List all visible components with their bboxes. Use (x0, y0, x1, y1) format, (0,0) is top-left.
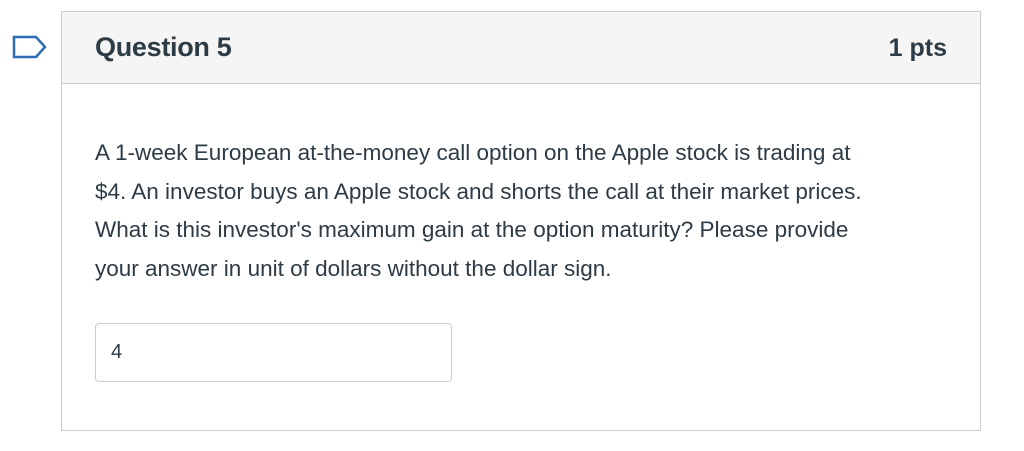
question-title: Question 5 (95, 32, 232, 62)
flag-question-icon[interactable] (12, 35, 48, 59)
question-text: A 1-week European at-the-money call opti… (95, 134, 955, 288)
question-header: Question 5 1 pts (62, 12, 980, 84)
question-points: 1 pts (888, 34, 947, 62)
question-text-line: $4. An investor buys an Apple stock and … (95, 178, 862, 204)
question-text-line: your answer in unit of dollars without t… (95, 255, 612, 281)
question-text-line: A 1-week European at-the-money call opti… (95, 140, 851, 165)
answer-input[interactable] (95, 323, 452, 382)
question-text-line: What is this investor's maximum gain at … (95, 217, 849, 242)
question-card: Question 5 1 pts A 1-week European at-th… (61, 11, 981, 431)
